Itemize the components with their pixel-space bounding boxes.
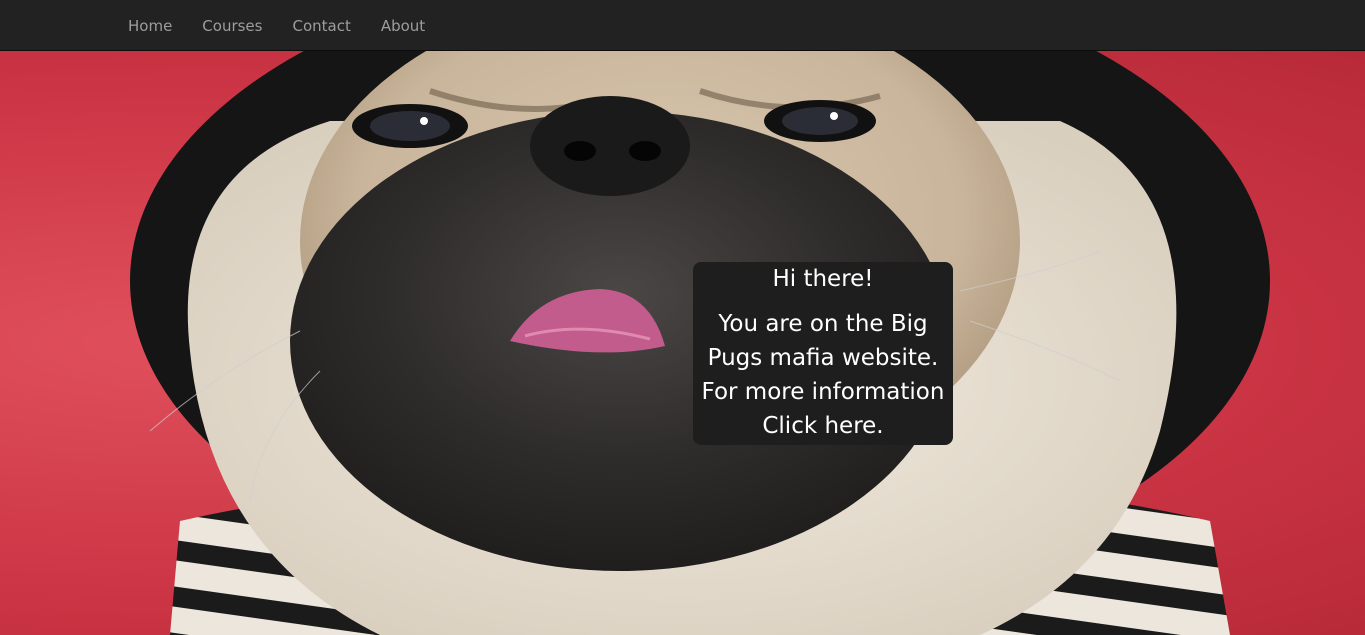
- info-line-2: Pugs mafia website.: [707, 345, 939, 371]
- nav-item-courses[interactable]: Courses: [187, 17, 277, 35]
- nav-item-about[interactable]: About: [366, 17, 440, 35]
- hero-section: Hi there! You are on the Big Pugs mafia …: [0, 51, 1365, 635]
- pug-hero-image: [130, 51, 1270, 635]
- nav-list: Home Courses Contact About: [113, 0, 440, 51]
- info-line-1: You are on the Big: [718, 311, 928, 337]
- info-body: You are on the Big Pugs mafia website. F…: [693, 307, 953, 443]
- nav-item-home[interactable]: Home: [113, 17, 187, 35]
- info-title: Hi there!: [772, 266, 874, 292]
- nav-item-contact[interactable]: Contact: [277, 17, 365, 35]
- click-here-link[interactable]: Click here.: [762, 413, 883, 439]
- welcome-info-box: Hi there! You are on the Big Pugs mafia …: [693, 262, 953, 445]
- info-line-3: For more information: [701, 379, 945, 405]
- top-navbar: Home Courses Contact About: [0, 0, 1365, 51]
